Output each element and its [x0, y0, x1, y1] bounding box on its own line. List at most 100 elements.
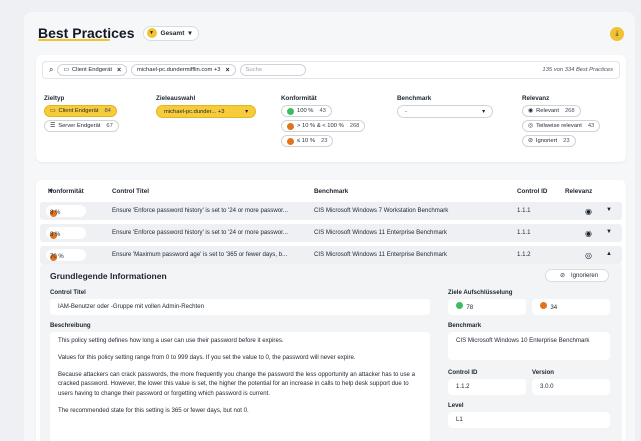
chevron-down-icon: ▾	[482, 108, 485, 115]
filter-zielauswahl: Zieleauswahl michael-pc.dunder... +3 ▾	[156, 95, 256, 118]
option-label: > 10 % & < 100 %	[297, 123, 344, 129]
description-paragraph: Values for this policy setting range fro…	[58, 353, 356, 361]
option-label: Relevant	[536, 108, 559, 114]
close-icon[interactable]: ×	[117, 67, 121, 74]
filter-label: Zieleauswahl	[156, 95, 196, 102]
level-value: L1	[448, 412, 610, 428]
row-detail-panel: Grundlegende Informationen ⊘ Ignorieren C…	[40, 264, 622, 441]
filter-label: Relevanz	[522, 95, 550, 102]
option-label: Server Endgerät	[58, 123, 101, 129]
compliance-badge: 70 %	[46, 249, 86, 261]
option-ignored[interactable]: ⊘ Ignoriert 23	[522, 135, 576, 147]
chevron-up-icon[interactable]: ▲	[606, 251, 612, 257]
scope-dropdown[interactable]: ▼ Gesamt ▾	[142, 25, 199, 41]
filter-konformitaet: Konformität 100 % 43 > 10 % & < 100 % 268 …	[281, 95, 366, 150]
option-partly-relevant[interactable]: ◎ Teilweise relevant 43	[522, 120, 601, 132]
description-box: This policy setting defines how long a u…	[50, 332, 430, 441]
row-title: Ensure 'Enforce password history' is set…	[112, 229, 288, 236]
option-label: 100 %	[297, 108, 314, 114]
benchmark-label: Benchmark	[448, 322, 482, 329]
option-count: 23	[321, 138, 328, 144]
dropdown-value: -	[405, 108, 407, 115]
control-title-label: Control Titel	[50, 289, 86, 296]
control-id-label: Control ID	[448, 369, 478, 376]
filter-chip-targets[interactable]: michael-pc.dundermifflin.com +3 ×	[131, 64, 236, 76]
option-low[interactable]: ≤ 10 % 23	[281, 135, 334, 147]
ziele-noncompliant: 34	[532, 299, 610, 315]
scope-value: Gesamt	[160, 29, 185, 37]
compliance-badge: 8 %	[46, 227, 86, 239]
table-header: Konformität ▼ Control Titel Benchmark Co…	[36, 188, 626, 200]
compliance-badge: 8 %	[46, 205, 86, 217]
option-count: 43	[319, 108, 326, 114]
version-value: 3.0.0	[532, 379, 610, 395]
sort-down-icon: ▼	[48, 188, 55, 195]
detail-heading: Grundlegende Informationen	[50, 271, 167, 281]
option-server[interactable]: ☰ Server Endgerät 67	[44, 120, 119, 132]
filter-chip-target-type[interactable]: ▭ Client Endgerät ×	[57, 64, 128, 76]
option-count: 43	[587, 123, 595, 129]
eye-icon[interactable]: ◉	[585, 207, 592, 216]
column-header-control-id: Control ID	[517, 188, 548, 195]
option-count: 23	[563, 138, 570, 144]
filter-relevanz: Relevanz ◉ Relevant 268 ◎ Teilweise relevan…	[522, 95, 601, 150]
option-client[interactable]: ▭ Client Endgerät 84	[44, 105, 117, 117]
row-benchmark: CIS Microsoft Windows 7 Workstation Benc…	[314, 207, 449, 214]
table-row[interactable]: 8 % Ensure 'Enforce password history' is…	[40, 202, 622, 220]
table-row[interactable]: 8 % Ensure 'Enforce password history' is…	[40, 224, 622, 242]
filter-zieltyp: Zieltyp ▭ Client Endgerät 84 ☰ Server En…	[44, 95, 119, 135]
chevron-down-icon: ▾	[188, 30, 192, 37]
eye-half-icon: ◎	[528, 123, 534, 129]
ziele-compliant: 78	[448, 299, 526, 315]
filter-label: Zieltyp	[44, 95, 65, 102]
description-paragraph: This policy setting defines how long a u…	[58, 337, 284, 344]
download-button[interactable]: ⤓	[610, 27, 624, 41]
ignore-button[interactable]: ⊘ Ignorieren	[545, 269, 609, 282]
row-control-id: 1.1.1	[517, 229, 531, 236]
table-row-expanded[interactable]: 70 % Ensure 'Maximum password age' is se…	[40, 246, 622, 264]
zielauswahl-dropdown[interactable]: michael-pc.dunder... +3 ▾	[156, 105, 256, 118]
row-title: Ensure 'Enforce password history' is set…	[112, 207, 288, 214]
option-count: 268	[349, 123, 360, 129]
column-header-relevanz: Relevanz	[565, 188, 593, 195]
filter-label: Benchmark	[397, 95, 432, 102]
compliance-value: 70 %	[50, 254, 64, 260]
option-label: Teilweise relevant	[536, 123, 582, 129]
search-input[interactable]: Suche	[239, 64, 306, 76]
option-count: 67	[106, 123, 113, 129]
option-relevant[interactable]: ◉ Relevant 268	[522, 105, 581, 117]
chip-label: michael-pc.dundermifflin.com +3	[137, 67, 221, 73]
compliance-value: 8 %	[50, 232, 61, 238]
chip-label: Client Endgerät	[71, 67, 112, 73]
option-count: 84	[104, 108, 111, 114]
filter-panel: ⌕ ▭ Client Endgerät × michael-pc.dunderm…	[36, 55, 626, 162]
title-underline	[38, 39, 110, 41]
laptop-icon: ▭	[63, 67, 69, 73]
benchmark-dropdown[interactable]: - ▾	[397, 105, 493, 118]
ziele-orange-count: 34	[550, 304, 558, 311]
filter-label: Konformität	[281, 95, 317, 102]
filter-icon: ▼	[146, 28, 157, 38]
row-control-id: 1.1.1	[517, 207, 531, 214]
benchmark-value: CIS Microsoft Windows 10 Enterprise Benc…	[448, 332, 610, 360]
option-100[interactable]: 100 % 43	[281, 105, 332, 117]
ziele-label: Ziele Aufschlüsselung	[448, 289, 513, 296]
eye-outline-icon[interactable]: ◎	[585, 251, 592, 260]
chevron-down-icon[interactable]: ▼	[606, 229, 612, 235]
row-benchmark: CIS Microsoft Windows 11 Enterprise Benc…	[314, 251, 447, 258]
compliance-value: 8 %	[50, 210, 61, 216]
dropdown-value: michael-pc.dunder... +3	[164, 108, 225, 115]
ignore-label: Ignorieren	[571, 272, 599, 279]
result-count: 135 von 334 Best Practices	[542, 67, 613, 73]
column-header-title: Control Titel	[112, 188, 149, 195]
option-partial[interactable]: > 10 % & < 100 % 268	[281, 120, 366, 132]
eye-off-icon: ⊘	[528, 138, 533, 144]
status-dot-green	[287, 107, 294, 115]
chevron-down-icon[interactable]: ▼	[606, 207, 612, 213]
close-icon[interactable]: ×	[226, 67, 230, 74]
option-label: ≤ 10 %	[297, 138, 316, 144]
row-benchmark: CIS Microsoft Windows 11 Enterprise Benc…	[314, 229, 447, 236]
eye-icon[interactable]: ◉	[585, 229, 592, 238]
version-label: Version	[532, 369, 555, 376]
search-icon: ⌕	[49, 65, 54, 74]
